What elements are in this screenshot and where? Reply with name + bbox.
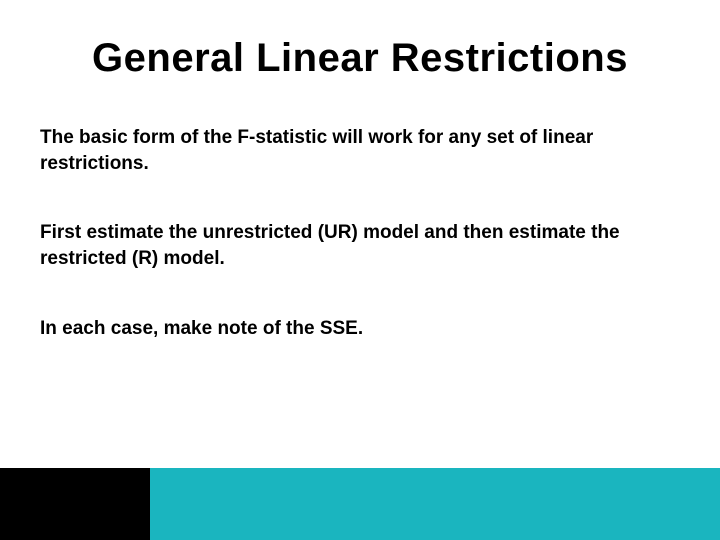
slide: General Linear Restrictions The basic fo… xyxy=(0,0,720,540)
paragraph-1: The basic form of the F-statistic will w… xyxy=(40,125,680,176)
footer-teal-block xyxy=(150,468,720,540)
footer-bar xyxy=(0,468,720,540)
slide-title: General Linear Restrictions xyxy=(40,36,680,81)
footer-black-block xyxy=(0,468,150,540)
paragraph-3: In each case, make note of the SSE. xyxy=(40,316,680,342)
paragraph-2: First estimate the unrestricted (UR) mod… xyxy=(40,220,680,271)
